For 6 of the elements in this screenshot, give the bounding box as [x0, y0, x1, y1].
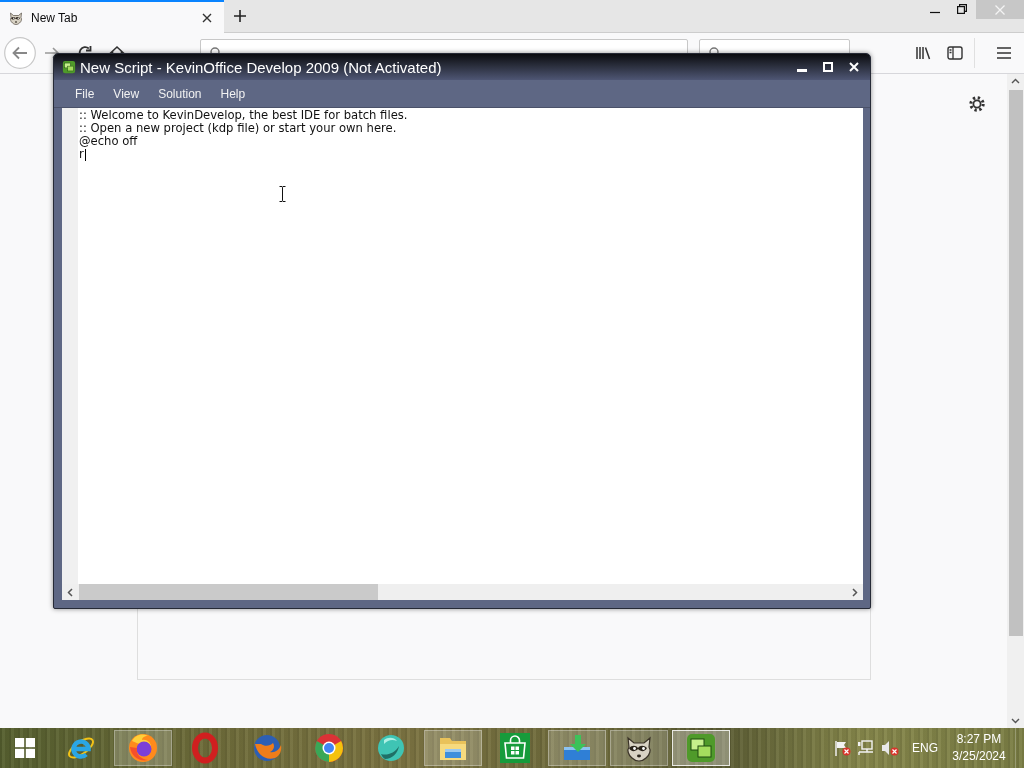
- code-line: @echo off: [79, 135, 138, 148]
- code-line: r: [79, 148, 84, 161]
- window-title: New Script - KevinOffice Develop 2009 (Not Activated): [80, 58, 442, 76]
- code-line: :: Welcome to KevinDevelop, the best IDE for batch files.: [79, 109, 408, 122]
- tab-title: New Tab: [31, 10, 79, 25]
- code-line: :: Open a new project (kdp file) or start your own here.: [79, 122, 397, 135]
